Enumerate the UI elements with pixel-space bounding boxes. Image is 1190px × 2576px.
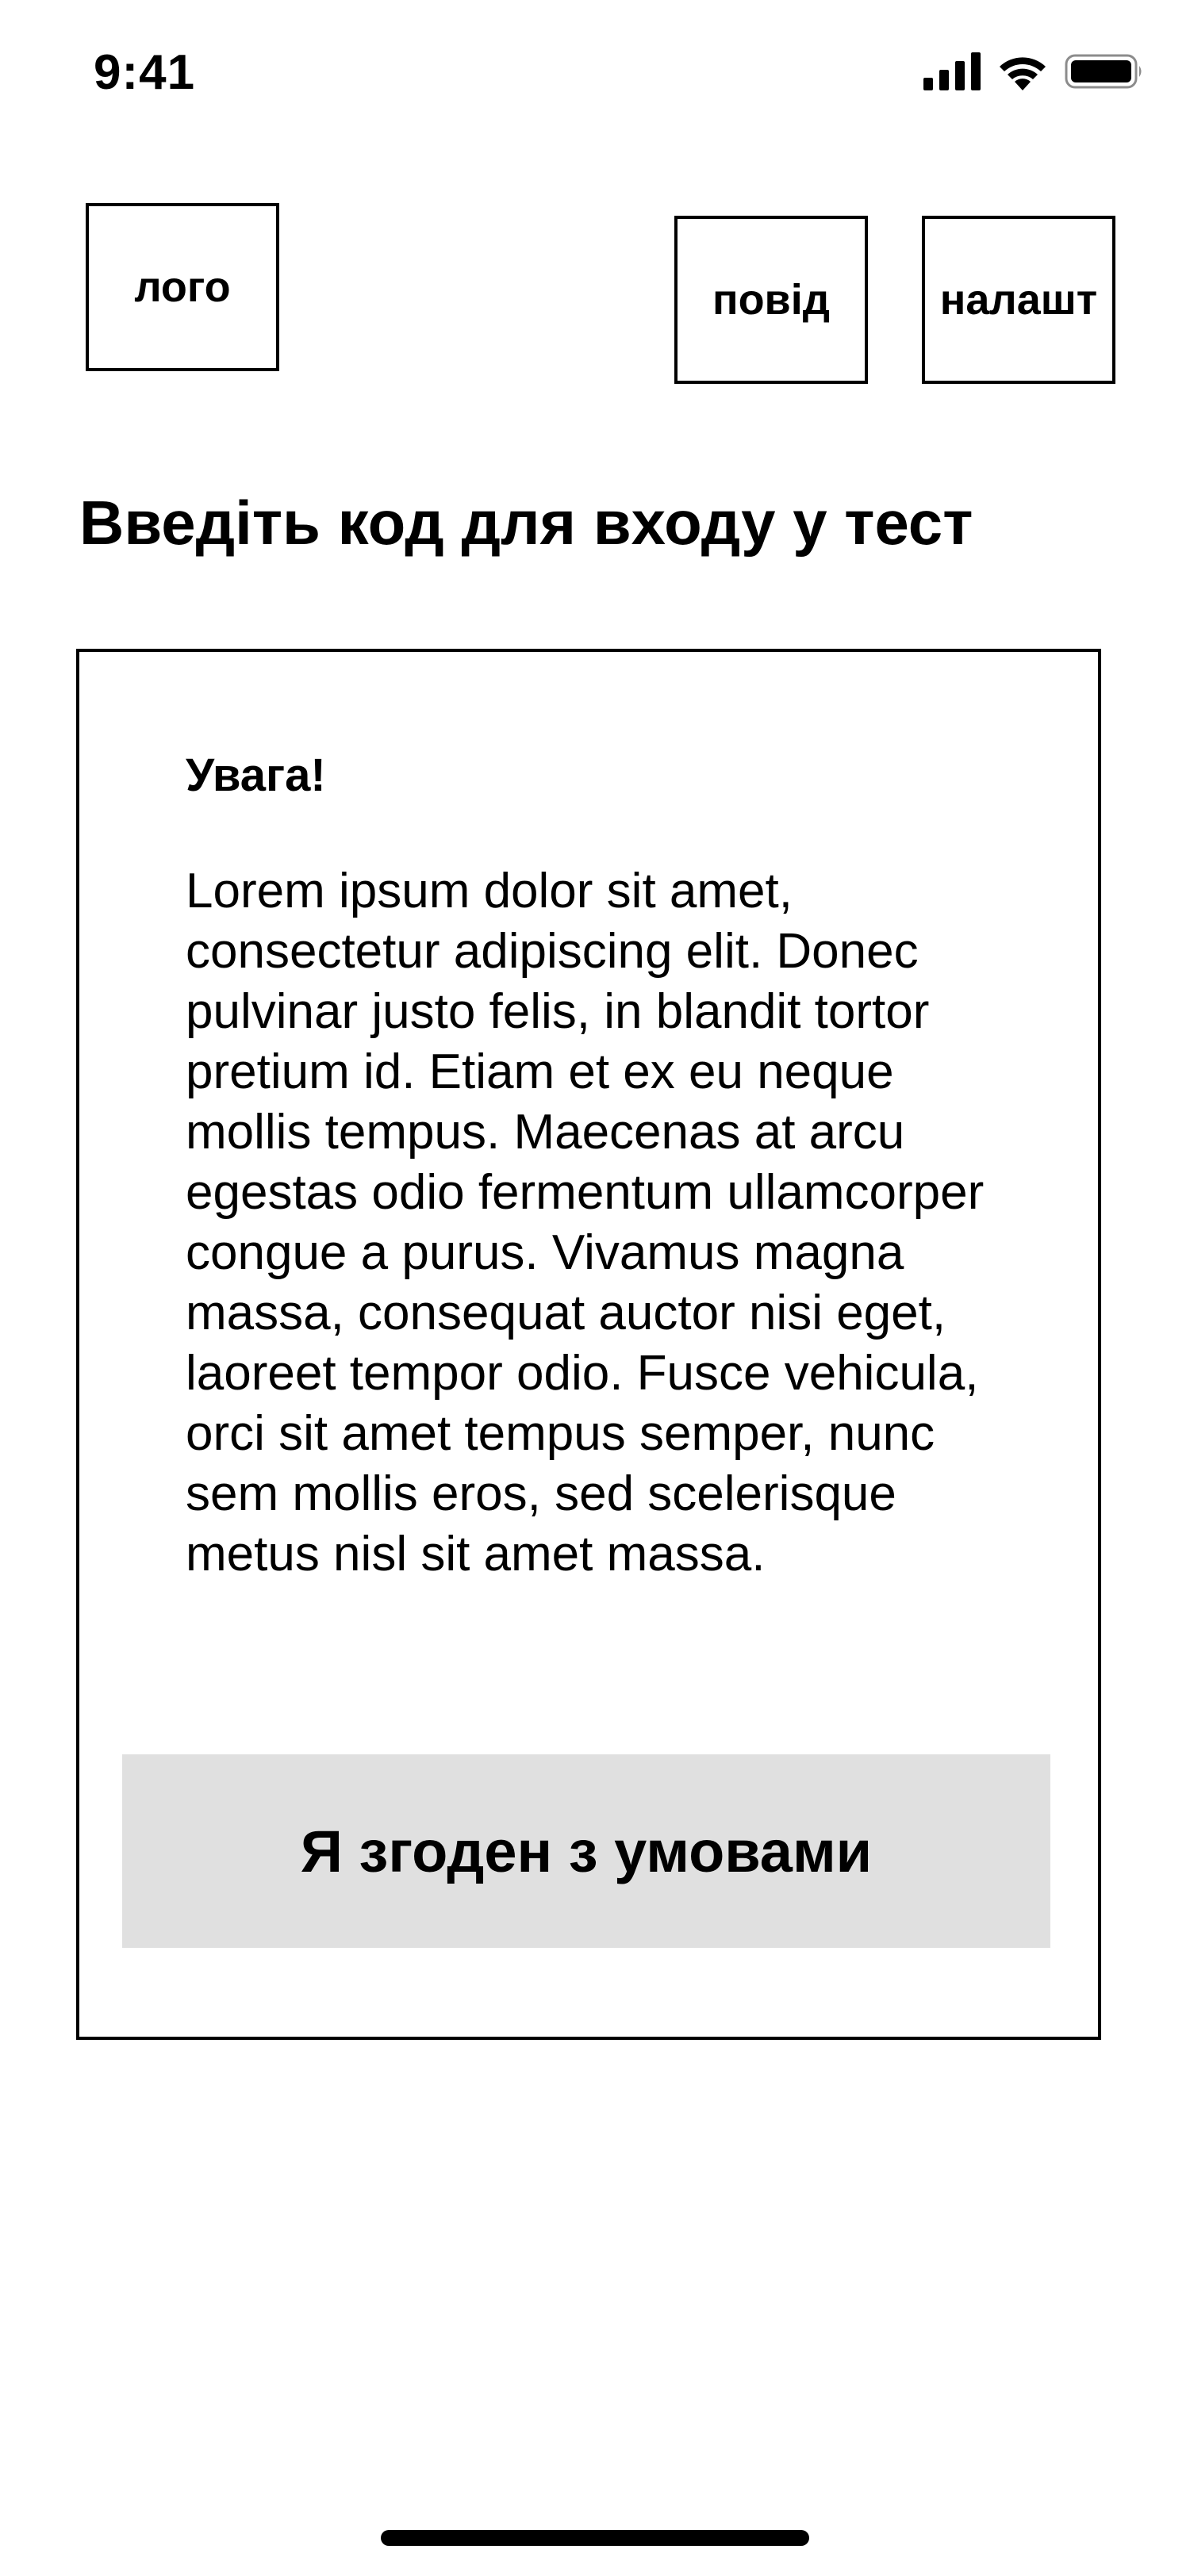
warning-heading: Увага! [186,749,326,801]
status-icons [923,52,1144,90]
status-bar: 9:41 [0,0,1190,143]
battery-icon [1065,54,1142,89]
terms-text: Lorem ipsum dolor sit amet, consectetur … [186,864,985,1581]
agree-button[interactable]: Я згоден з умовами [122,1754,1050,1948]
terms-card: Увага! Lorem ipsum dolor sit amet, conse… [76,649,1101,2040]
history-button[interactable]: повід [674,216,868,384]
settings-button[interactable]: налашт [922,216,1115,384]
home-indicator [381,2530,809,2546]
cellular-signal-icon [923,52,981,90]
page-title: Введіть код для входу у тест [79,488,973,558]
logo-placeholder: лого [86,203,279,371]
wifi-icon [1000,57,1046,90]
status-time: 9:41 [94,45,196,100]
